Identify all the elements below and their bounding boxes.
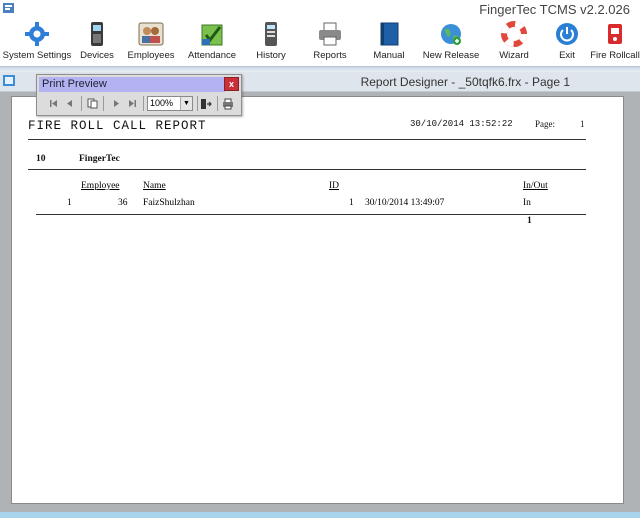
exit-button[interactable]: Exit (544, 19, 590, 65)
row-in-out: In (523, 198, 531, 208)
employees-icon (138, 22, 164, 46)
toolbar-label: System Settings (2, 50, 72, 61)
employees-button[interactable]: Employees (120, 19, 182, 65)
row-employee: 36 (118, 198, 128, 208)
divider (197, 96, 198, 111)
attendance-icon (201, 24, 223, 46)
print-preview-title[interactable]: Print Preview (39, 77, 225, 92)
toolbar-label: Employees (127, 50, 175, 61)
toolbar-label: Wizard (499, 50, 529, 61)
page-label: Page: (535, 119, 555, 129)
footer-divider (36, 214, 586, 215)
toolbar-label: History (256, 50, 286, 61)
printer-icon (223, 98, 233, 109)
column-header-name: Name (143, 181, 166, 191)
report-title: FIRE ROLL CALL REPORT (28, 119, 207, 133)
pages-icon (87, 98, 97, 109)
row-seq: 1 (67, 198, 72, 208)
zoom-value: 100% (150, 98, 174, 108)
page-number: 1 (580, 119, 585, 129)
toolbar-label: Reports (313, 50, 347, 61)
title-bar: FingerTec TCMS v2.2.026 (0, 0, 640, 19)
next-page-button[interactable] (109, 97, 123, 110)
new-release-button[interactable]: New Release (418, 19, 484, 65)
history-icon (265, 22, 277, 46)
divider (143, 96, 144, 111)
reports-button[interactable]: Reports (300, 19, 360, 65)
toolbar-label: Attendance (187, 50, 237, 61)
wizard-button[interactable]: Wizard (484, 19, 544, 65)
printer-icon (319, 22, 341, 46)
zoom-select[interactable]: 100% ▼ (147, 96, 193, 111)
first-page-icon (50, 100, 57, 107)
divider (103, 96, 104, 111)
globe-icon (441, 24, 461, 45)
group-total: 1 (527, 216, 532, 226)
first-page-button[interactable] (47, 97, 61, 110)
status-band (0, 512, 640, 518)
fingerprint-device-icon (91, 22, 103, 46)
last-page-button[interactable] (125, 97, 139, 110)
history-button[interactable]: History (242, 19, 300, 65)
print-preview-toolbar: Print Preview x 100% ▼ (36, 74, 242, 116)
toolbar-label: Manual (373, 50, 405, 61)
close-preview-button[interactable] (199, 97, 213, 110)
fire-rollcall-button[interactable]: Fire Rollcall (590, 19, 640, 65)
fire-alarm-icon (608, 24, 622, 44)
main-toolbar: System Settings Devices Employees Attend… (0, 19, 640, 65)
group-divider (28, 169, 586, 170)
print-button[interactable] (221, 97, 235, 110)
print-preview-controls: 100% ▼ (41, 95, 239, 113)
system-settings-button[interactable]: System Settings (0, 19, 74, 65)
divider (81, 96, 82, 111)
group-id: 10 (36, 154, 46, 164)
toolbar-label: Devices (80, 50, 114, 61)
row-time: 30/10/2014 13:49:07 (365, 198, 445, 208)
column-header-id: ID (329, 181, 340, 191)
report-page: FIRE ROLL CALL REPORT 30/10/2014 13:52:2… (11, 96, 624, 504)
column-header-employee: Employee (81, 181, 120, 191)
toolbar-label: Exit (559, 50, 575, 61)
window-title: FingerTec TCMS v2.2.026 (479, 2, 630, 17)
row-id: 1 (349, 198, 354, 208)
header-divider (28, 139, 586, 140)
divider (217, 96, 218, 111)
toolbar-label: Fire Rollcall (590, 50, 640, 61)
report-designer-window: Report Designer - _50tqfk6.frx - Page 1 … (0, 72, 640, 512)
last-page-icon (129, 100, 136, 107)
group-name: FingerTec (79, 154, 120, 164)
toolbar-label: New Release (422, 50, 480, 61)
devices-button[interactable]: Devices (74, 19, 120, 65)
chevron-down-icon[interactable]: ▼ (180, 97, 192, 110)
column-header-in-out: In/Out (523, 181, 548, 191)
next-page-icon (114, 100, 119, 107)
manual-button[interactable]: Manual (360, 19, 418, 65)
previous-page-button[interactable] (63, 97, 77, 110)
attendance-button[interactable]: Attendance (182, 19, 242, 65)
power-icon (556, 23, 578, 45)
report-datetime: 30/10/2014 13:52:22 (410, 119, 513, 129)
book-icon (380, 22, 399, 46)
gear-icon (25, 22, 49, 46)
exit-door-icon (201, 98, 212, 109)
row-name: FaizShulzhan (143, 198, 195, 208)
go-to-page-button[interactable] (85, 97, 99, 110)
previous-page-icon (67, 100, 72, 107)
lifebuoy-icon (501, 21, 527, 47)
app-icon (3, 3, 14, 13)
report-icon (3, 75, 15, 86)
designer-title: Report Designer - _50tqfk6.frx - Page 1 (360, 75, 570, 89)
close-button[interactable]: x (224, 77, 239, 91)
